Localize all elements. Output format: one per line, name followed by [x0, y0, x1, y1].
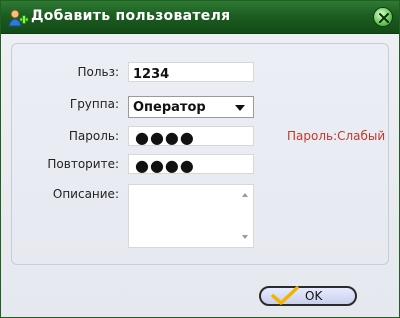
- repeat-masked: ●●●●: [135, 156, 195, 175]
- user-input[interactable]: [129, 65, 253, 84]
- user-field[interactable]: [128, 62, 254, 84]
- dialog-title: Добавить пользователя: [31, 8, 231, 24]
- close-button[interactable]: [373, 7, 393, 27]
- scroll-down-icon[interactable]: [242, 235, 248, 239]
- description-textarea[interactable]: [128, 184, 254, 248]
- password-label: Пароль:: [68, 129, 119, 143]
- group-select[interactable]: Оператор: [128, 96, 254, 118]
- add-user-dialog: Добавить пользователя Польз: Группа: Опе…: [0, 0, 400, 318]
- close-icon: [379, 13, 389, 23]
- group-label: Группа:: [69, 97, 119, 111]
- repeat-password-field[interactable]: ●●●●: [128, 154, 254, 175]
- password-masked: ●●●●: [135, 128, 195, 147]
- ok-button[interactable]: OK: [259, 286, 357, 306]
- ok-label: OK: [305, 289, 323, 303]
- chevron-down-icon[interactable]: [235, 105, 245, 111]
- repeat-label: Повторите:: [47, 157, 119, 171]
- description-label: Описание:: [52, 187, 119, 201]
- password-field[interactable]: ●●●●: [128, 126, 254, 147]
- group-selected-value: Оператор: [133, 100, 206, 115]
- checkmark-icon: [271, 286, 299, 310]
- titlebar[interactable]: Добавить пользователя: [1, 1, 399, 34]
- add-user-icon: [7, 7, 29, 29]
- scroll-up-icon[interactable]: [242, 193, 248, 197]
- user-label: Польз:: [77, 65, 119, 79]
- password-strength: Пароль:Слабый: [287, 129, 386, 143]
